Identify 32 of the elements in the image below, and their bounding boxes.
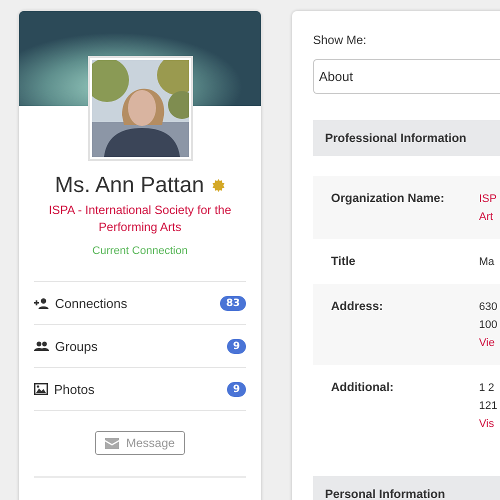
- count-badge: 83: [220, 296, 246, 310]
- field-value: 1 2: [479, 381, 496, 396]
- envelope-icon: [105, 438, 120, 448]
- connection-status: Current Connection: [92, 245, 188, 257]
- count-badge: 9: [227, 338, 246, 354]
- field-label: Additional:: [331, 380, 395, 396]
- section-header: Personal Information: [313, 476, 500, 500]
- field-label: Title: [331, 254, 356, 270]
- field-value: Ma: [479, 255, 494, 270]
- field-link[interactable]: Vis: [479, 416, 498, 432]
- field-link[interactable]: ISP: [479, 191, 497, 207]
- show-label: Show Me:: [313, 33, 368, 47]
- stat-link[interactable]: Photos: [54, 382, 222, 396]
- field-link[interactable]: Art: [479, 209, 497, 225]
- section-header: Professional Information: [313, 120, 500, 156]
- message-button[interactable]: Message: [95, 431, 185, 455]
- field-value: 121: [479, 399, 498, 414]
- badge-icon: [212, 178, 226, 192]
- field-link[interactable]: Vie: [479, 335, 498, 351]
- field-label: Organization Name:: [331, 191, 446, 207]
- stat-link[interactable]: Groups: [55, 338, 222, 354]
- field-value: 100: [479, 318, 498, 333]
- image-icon: [34, 383, 48, 395]
- view-select[interactable]: About: [313, 59, 500, 94]
- field-value: 630: [479, 300, 498, 315]
- group-icon: [34, 341, 49, 351]
- field-label: Address:: [331, 299, 384, 315]
- organization-link[interactable]: ISPA - International Society for the Performing Arts: [40, 202, 240, 236]
- add-person-icon: [34, 298, 49, 308]
- profile-name: Ms. Ann Pattan: [54, 172, 204, 198]
- stat-link[interactable]: Connections: [55, 296, 214, 310]
- count-badge: 9: [227, 382, 246, 396]
